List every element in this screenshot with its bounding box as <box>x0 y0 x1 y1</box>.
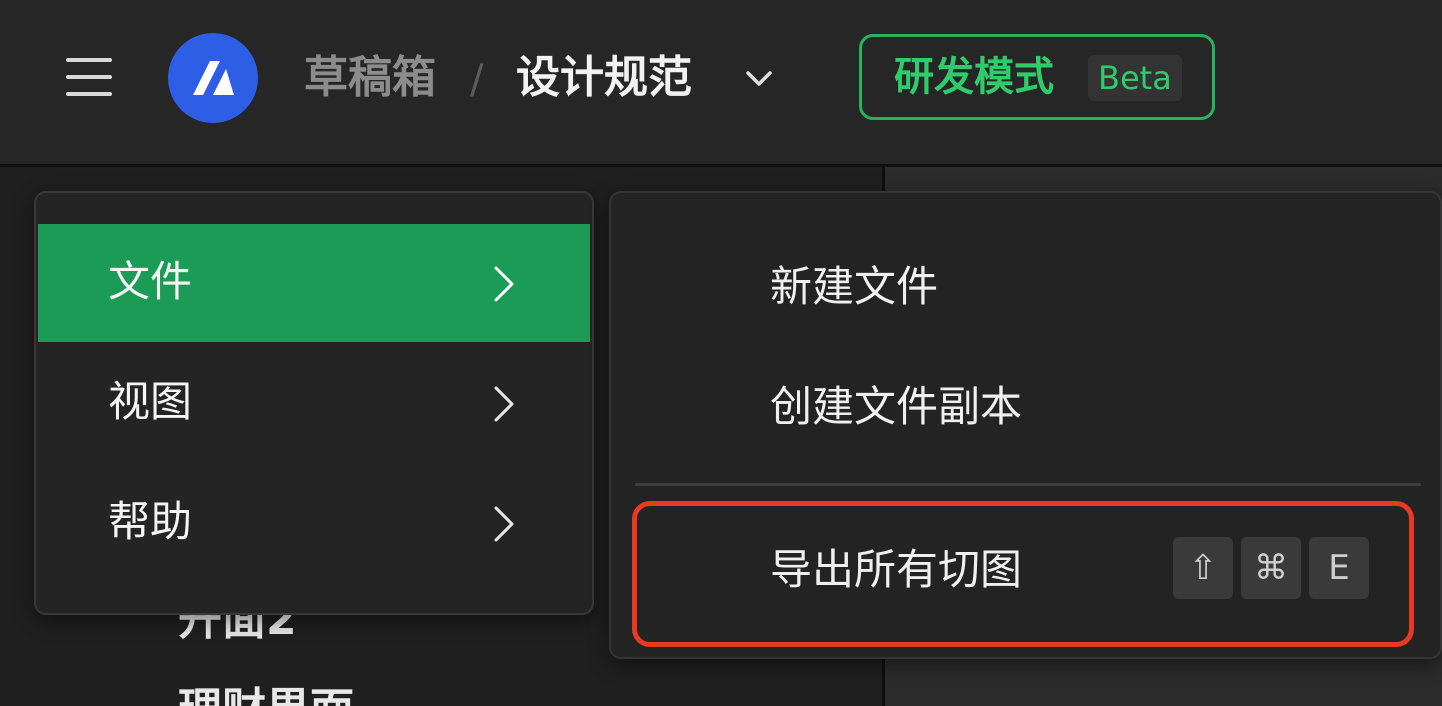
submenu-item-label: 新建文件 <box>770 262 939 311</box>
menu-item-label: 文件 <box>108 257 193 306</box>
logo-mark-icon <box>193 61 234 95</box>
chevron-right-icon <box>494 386 514 422</box>
top-bar: 草稿箱 / 设计规范 研发模式 Beta <box>0 0 1442 167</box>
layer-list-item[interactable]: 理财界面 <box>178 680 354 706</box>
chevron-down-icon[interactable] <box>742 62 776 96</box>
app-window: 开面2 理财界面 草稿箱 / 设计规范 研发模式 Beta 文件 <box>0 0 1442 706</box>
dev-mode-button[interactable]: 研发模式 Beta <box>859 34 1215 120</box>
menu-item-label: 视图 <box>108 377 193 426</box>
menu-item-file[interactable]: 文件 <box>38 224 590 342</box>
app-logo[interactable] <box>168 33 258 123</box>
beta-badge: Beta <box>1088 55 1182 101</box>
highlight-annotation <box>632 501 1414 647</box>
menu-item-help[interactable]: 帮助 <box>38 464 590 582</box>
dev-mode-label: 研发模式 <box>894 54 1054 100</box>
menu-icon[interactable] <box>66 56 114 98</box>
breadcrumb-separator: / <box>470 57 484 103</box>
chevron-right-icon <box>494 506 514 542</box>
submenu-item-duplicate-file[interactable]: 创建文件副本 <box>611 349 1440 459</box>
main-menu: 文件 视图 帮助 <box>34 191 594 615</box>
breadcrumb-parent[interactable]: 草稿箱 <box>304 48 436 108</box>
menu-item-view[interactable]: 视图 <box>38 344 590 462</box>
breadcrumb-current[interactable]: 设计规范 <box>516 48 692 108</box>
menu-item-label: 帮助 <box>108 497 193 546</box>
submenu-item-label: 创建文件副本 <box>770 382 1023 431</box>
file-submenu: 新建文件 创建文件副本 导出所有切图 ⇧ ⌘ E <box>609 191 1442 659</box>
menu-divider <box>635 483 1421 486</box>
chevron-right-icon <box>494 266 514 302</box>
submenu-item-new-file[interactable]: 新建文件 <box>611 229 1440 339</box>
